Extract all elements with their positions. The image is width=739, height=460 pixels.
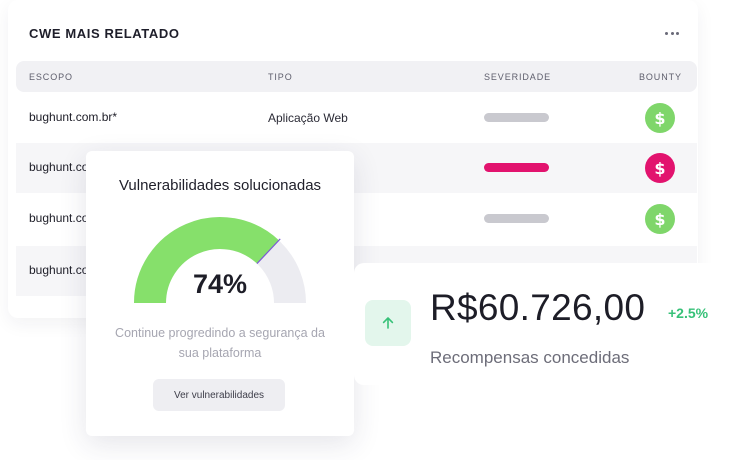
scope-cell: bughunt.co xyxy=(29,211,89,225)
dollar-icon: $ xyxy=(645,204,675,234)
severity-bar xyxy=(484,113,549,122)
gauge-title: Vulnerabilidades solucionadas xyxy=(118,177,322,194)
more-horizontal-icon xyxy=(665,31,668,35)
severity-bar xyxy=(484,163,549,172)
rewards-delta: +2.5% xyxy=(668,305,709,321)
arrow-up-icon xyxy=(365,300,411,346)
column-header-scope: ESCOPO xyxy=(29,72,73,82)
view-vulnerabilities-button[interactable]: Ver vulnerabilidades xyxy=(153,379,285,411)
column-header-bounty: BOUNTY xyxy=(639,72,682,82)
dollar-icon: $ xyxy=(645,103,675,133)
scope-cell: bughunt.co xyxy=(29,160,89,174)
dollar-icon: $ xyxy=(645,153,675,183)
gauge-percent: 74% xyxy=(192,269,248,299)
more-options-button[interactable] xyxy=(659,24,685,42)
scope-cell: bughunt.com.br* xyxy=(29,110,118,124)
table-row[interactable]: bughunt.com.br* Aplicação Web $ xyxy=(16,93,697,143)
column-header-type: TIPO xyxy=(268,72,293,82)
severity-bar xyxy=(484,214,549,223)
solved-vulnerabilities-card: Vulnerabilidades solucionadas 74% Contin… xyxy=(86,151,354,436)
rewards-amount: R$60.726,00 xyxy=(430,287,646,328)
table-header: ESCOPO TIPO SEVERIDADE BOUNTY xyxy=(16,61,697,92)
type-cell: Aplicação Web xyxy=(268,111,348,125)
scope-cell: bughunt.co xyxy=(29,263,89,277)
rewards-label: Recompensas concedidas xyxy=(430,348,630,367)
rewards-card: R$60.726,00 +2.5% Recompensas concedidas xyxy=(354,263,739,385)
gauge-description: Continue progredindo a segurança da sua … xyxy=(115,326,325,360)
card-title: CWE MAIS RELATADO xyxy=(29,26,180,41)
column-header-severity: SEVERIDADE xyxy=(484,72,552,82)
